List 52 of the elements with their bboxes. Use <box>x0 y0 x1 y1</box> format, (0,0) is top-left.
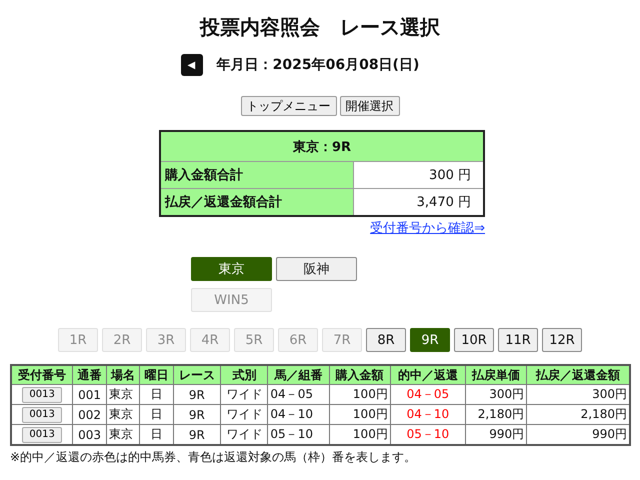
column-header: 曜日 <box>140 365 174 384</box>
column-header: 的中／返還 <box>390 365 466 384</box>
race-button[interactable]: 12R <box>542 328 582 352</box>
table-cell: 100円 <box>329 404 390 424</box>
venue-button[interactable]: 東京 <box>191 257 272 281</box>
summary-value: 300 円 <box>354 162 484 188</box>
column-header: レース <box>173 365 221 384</box>
column-header: 通番 <box>72 365 106 384</box>
previous-date-button[interactable]: ◀ <box>180 54 203 76</box>
table-cell: 002 <box>72 404 106 424</box>
column-header: 馬／組番 <box>268 365 330 384</box>
summary-label: 払戻／返還金額合計 <box>160 188 354 216</box>
table-cell: 100円 <box>329 384 390 404</box>
table-cell: 東京 <box>106 424 140 445</box>
table-cell: ワイド <box>220 404 268 424</box>
summary-heading: 東京：9R <box>160 131 484 162</box>
date-label: 年月日：2025年06月08日(日) <box>216 56 420 74</box>
receipt-button[interactable]: 0013 <box>22 406 62 423</box>
table-cell: 東京 <box>106 404 140 424</box>
table-cell: 東京 <box>106 384 140 404</box>
legend-note: ※的中／返還の赤色は的中馬券、青色は返還対象の馬（枠）番を表します。 <box>10 449 418 466</box>
table-cell: 001 <box>72 384 106 404</box>
column-header: 払戻単価 <box>465 365 527 384</box>
race-button[interactable]: 10R <box>454 328 494 352</box>
table-cell: 2,180円 <box>465 404 527 424</box>
result-cell: 04－10 <box>390 404 466 424</box>
nav-button[interactable]: トップメニュー <box>240 96 336 116</box>
nav-button[interactable]: 開催選択 <box>340 96 400 116</box>
column-header: 払戻／返還金額 <box>526 365 630 384</box>
table-cell: 04－10 <box>268 404 330 424</box>
page-title: 投票内容照会 レース選択 <box>198 14 441 41</box>
table-cell: 日 <box>140 384 174 404</box>
receipt-button[interactable]: 0013 <box>22 426 62 443</box>
table-cell: 日 <box>140 404 174 424</box>
venue-button[interactable]: 阪神 <box>276 257 357 281</box>
table-cell: 9R <box>173 404 221 424</box>
table-cell: 9R <box>173 384 221 404</box>
race-button[interactable]: 11R <box>498 328 538 352</box>
result-cell: 04－05 <box>390 384 466 404</box>
receipt-link[interactable]: 受付番号から確認⇒ <box>370 221 485 236</box>
table-cell: 04－05 <box>268 384 330 404</box>
summary-label: 購入金額合計 <box>160 162 354 188</box>
table-cell: ワイド <box>220 384 268 404</box>
race-button[interactable]: 9R <box>410 328 450 352</box>
column-header: 式別 <box>220 365 268 384</box>
summary-value: 3,470 円 <box>354 188 484 216</box>
receipt-button[interactable]: 0013 <box>22 386 62 403</box>
column-header: 購入金額 <box>329 365 390 384</box>
table-cell: 300円 <box>465 384 527 404</box>
column-header: 場名 <box>106 365 140 384</box>
column-header: 受付番号 <box>11 365 73 384</box>
race-button[interactable]: 8R <box>366 328 406 352</box>
